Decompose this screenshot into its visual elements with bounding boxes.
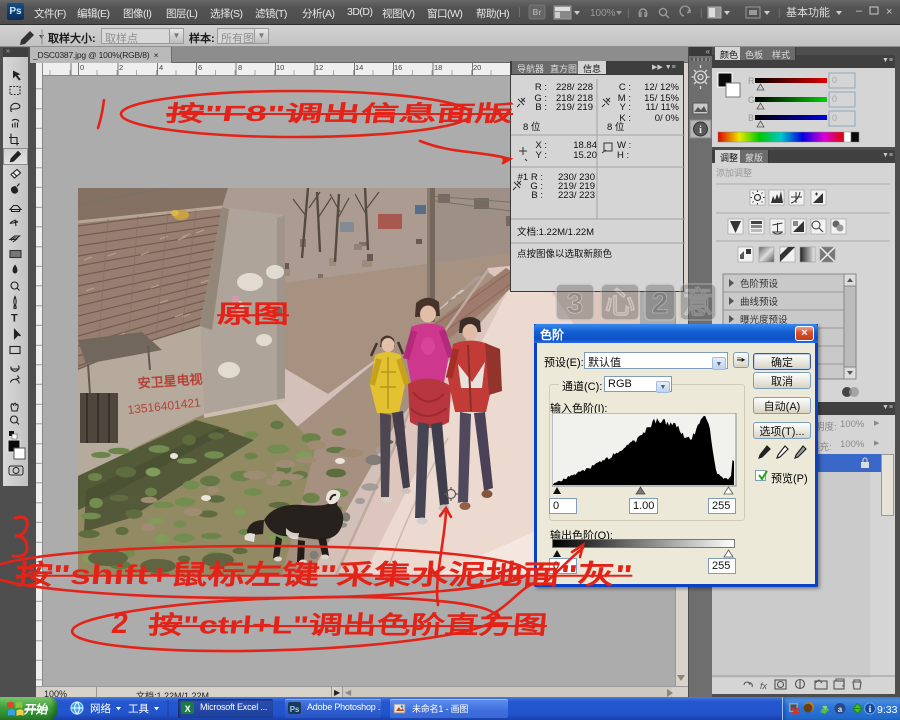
svg-text:100%: 100% <box>590 8 616 19</box>
svg-text:1: 1 <box>457 498 461 505</box>
svg-text:工具: 工具 <box>128 703 149 715</box>
svg-text:Br: Br <box>533 8 542 17</box>
svg-text:i: i <box>699 125 702 136</box>
svg-text:12/ 12%: 12/ 12% <box>644 82 679 93</box>
svg-text:文档:1.22M/1.22M: 文档:1.22M/1.22M <box>517 226 594 238</box>
svg-text:0: 0 <box>832 75 837 85</box>
svg-text:fx: fx <box>760 681 768 691</box>
svg-text:–: – <box>856 5 863 17</box>
svg-text:R: R <box>748 76 755 86</box>
svg-text:B :: B : <box>535 102 547 113</box>
svg-text:X: X <box>185 704 191 714</box>
svg-text:开始: 开始 <box>23 702 49 717</box>
svg-text:B :: B : <box>531 190 543 201</box>
svg-text:Y :: Y : <box>536 150 547 161</box>
svg-text:11/ 11%: 11/ 11% <box>646 102 680 113</box>
svg-text:219/ 219: 219/ 219 <box>556 102 593 113</box>
svg-text:C :: C : <box>619 82 631 93</box>
svg-text:|: | <box>627 8 630 19</box>
svg-text:0: 0 <box>832 94 837 104</box>
svg-text:9:33: 9:33 <box>877 704 898 716</box>
svg-text:15.20: 15.20 <box>573 150 597 161</box>
svg-text:网络: 网络 <box>90 702 111 715</box>
svg-text:H :: H : <box>617 150 629 161</box>
svg-text:|: | <box>700 8 703 19</box>
svg-text:0/ 0%: 0/ 0% <box>655 113 680 124</box>
svg-text:Ps: Ps <box>290 705 300 714</box>
svg-text:0: 0 <box>832 113 837 123</box>
svg-text:B: B <box>748 113 754 123</box>
svg-text:基本功能: 基本功能 <box>786 5 830 19</box>
svg-text:G: G <box>748 95 755 105</box>
svg-text:a: a <box>838 705 843 714</box>
svg-text:|: | <box>778 8 781 19</box>
svg-text:曲线预设: 曲线预设 <box>740 296 779 308</box>
svg-text:228/ 228: 228/ 228 <box>556 82 593 93</box>
svg-text:8 位: 8 位 <box>523 121 541 133</box>
svg-text:8 位: 8 位 <box>607 121 625 133</box>
svg-text:点按图像以选取新颜色: 点按图像以选取新颜色 <box>517 248 613 260</box>
svg-text:T: T <box>11 313 18 325</box>
svg-text:Y :: Y : <box>620 102 631 113</box>
svg-text:色阶预设: 色阶预设 <box>740 278 779 290</box>
svg-text:223/ 223: 223/ 223 <box>558 190 595 201</box>
svg-text:R :: R : <box>535 82 547 93</box>
svg-text:×: × <box>886 6 892 18</box>
